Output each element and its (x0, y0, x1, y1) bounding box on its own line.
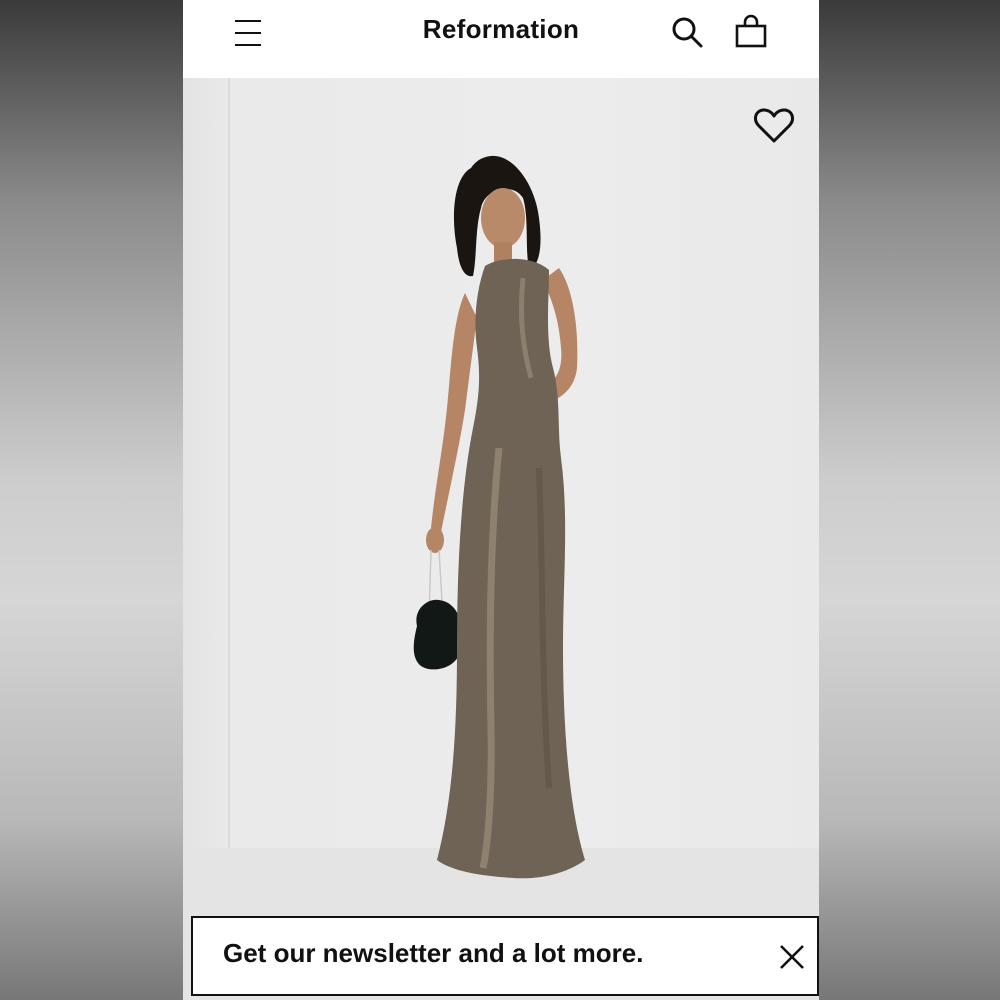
mobile-screen: Reformation Get our newsletter and a lot… (183, 0, 819, 1000)
add-to-favorites-button[interactable] (753, 106, 795, 146)
newsletter-text[interactable]: Get our newsletter and a lot more. (223, 938, 643, 969)
model-in-satin-dress (413, 155, 585, 879)
search-icon (672, 17, 703, 48)
right-letterbox (819, 0, 1000, 1000)
newsletter-banner[interactable]: Get our newsletter and a lot more. (191, 916, 819, 996)
brand-logo[interactable]: Reformation (183, 14, 819, 45)
close-icon (780, 945, 804, 969)
shopping-bag-button[interactable] (733, 14, 769, 50)
heart-icon (754, 108, 794, 143)
search-button[interactable] (669, 14, 705, 50)
top-navigation-bar: Reformation (183, 0, 819, 78)
close-newsletter-button[interactable] (777, 942, 807, 972)
shopping-bag-icon (735, 14, 767, 48)
product-image[interactable] (183, 78, 819, 1000)
left-letterbox (0, 0, 183, 1000)
